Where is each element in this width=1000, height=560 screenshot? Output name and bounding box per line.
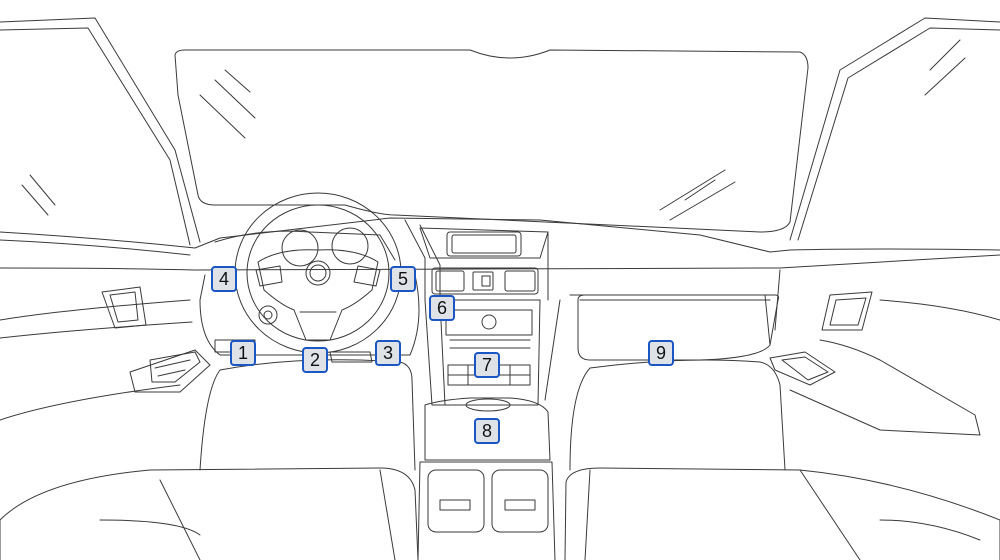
marker-4[interactable]: 4 bbox=[211, 266, 237, 292]
marker-3[interactable]: 3 bbox=[375, 340, 401, 366]
marker-9[interactable]: 9 bbox=[648, 340, 674, 366]
marker-8[interactable]: 8 bbox=[474, 418, 500, 444]
marker-5[interactable]: 5 bbox=[390, 266, 416, 292]
marker-2[interactable]: 2 bbox=[302, 347, 328, 373]
marker-1[interactable]: 1 bbox=[230, 340, 256, 366]
marker-6[interactable]: 6 bbox=[429, 295, 455, 321]
car-interior-diagram: 1 2 3 4 5 6 7 8 9 bbox=[0, 0, 1000, 560]
marker-7[interactable]: 7 bbox=[474, 352, 500, 378]
callout-markers: 1 2 3 4 5 6 7 8 9 bbox=[0, 0, 1000, 560]
